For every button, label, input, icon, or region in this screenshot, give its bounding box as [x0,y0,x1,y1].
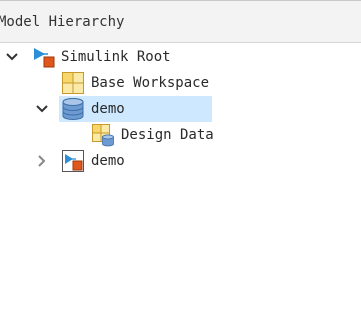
tree-node-label: Simulink Root [61,49,171,65]
simulink-root-icon [32,45,56,69]
database-icon [61,97,85,121]
simulink-model-icon [61,149,85,173]
design-data-icon [91,123,115,147]
chevron-right-icon[interactable] [33,148,49,174]
tree-node-label: demo [91,153,125,169]
tree-node-base-workspace[interactable]: Base Workspace [0,70,361,96]
hierarchy-tree[interactable]: Simulink Root Base Workspace demo Design… [0,43,361,315]
tree-node-label: demo [91,101,125,117]
workspace-grid-icon [61,71,85,95]
tree-node-demo-model[interactable]: demo [0,148,361,174]
model-hierarchy-panel: Model Hierarchy Simulink Root Base Works… [0,0,361,315]
panel-title: Model Hierarchy [0,14,125,30]
tree-node-design-data[interactable]: Design Data [0,122,361,148]
tree-node-demo-row[interactable]: demo [0,96,361,122]
tree-node-label: Design Data [121,127,214,143]
tree-node-label: Base Workspace [91,75,210,91]
chevron-down-icon[interactable] [33,96,49,122]
tree-node-simulink-root[interactable]: Simulink Root [0,44,361,70]
chevron-down-icon[interactable] [3,44,19,70]
panel-header: Model Hierarchy [0,0,361,43]
